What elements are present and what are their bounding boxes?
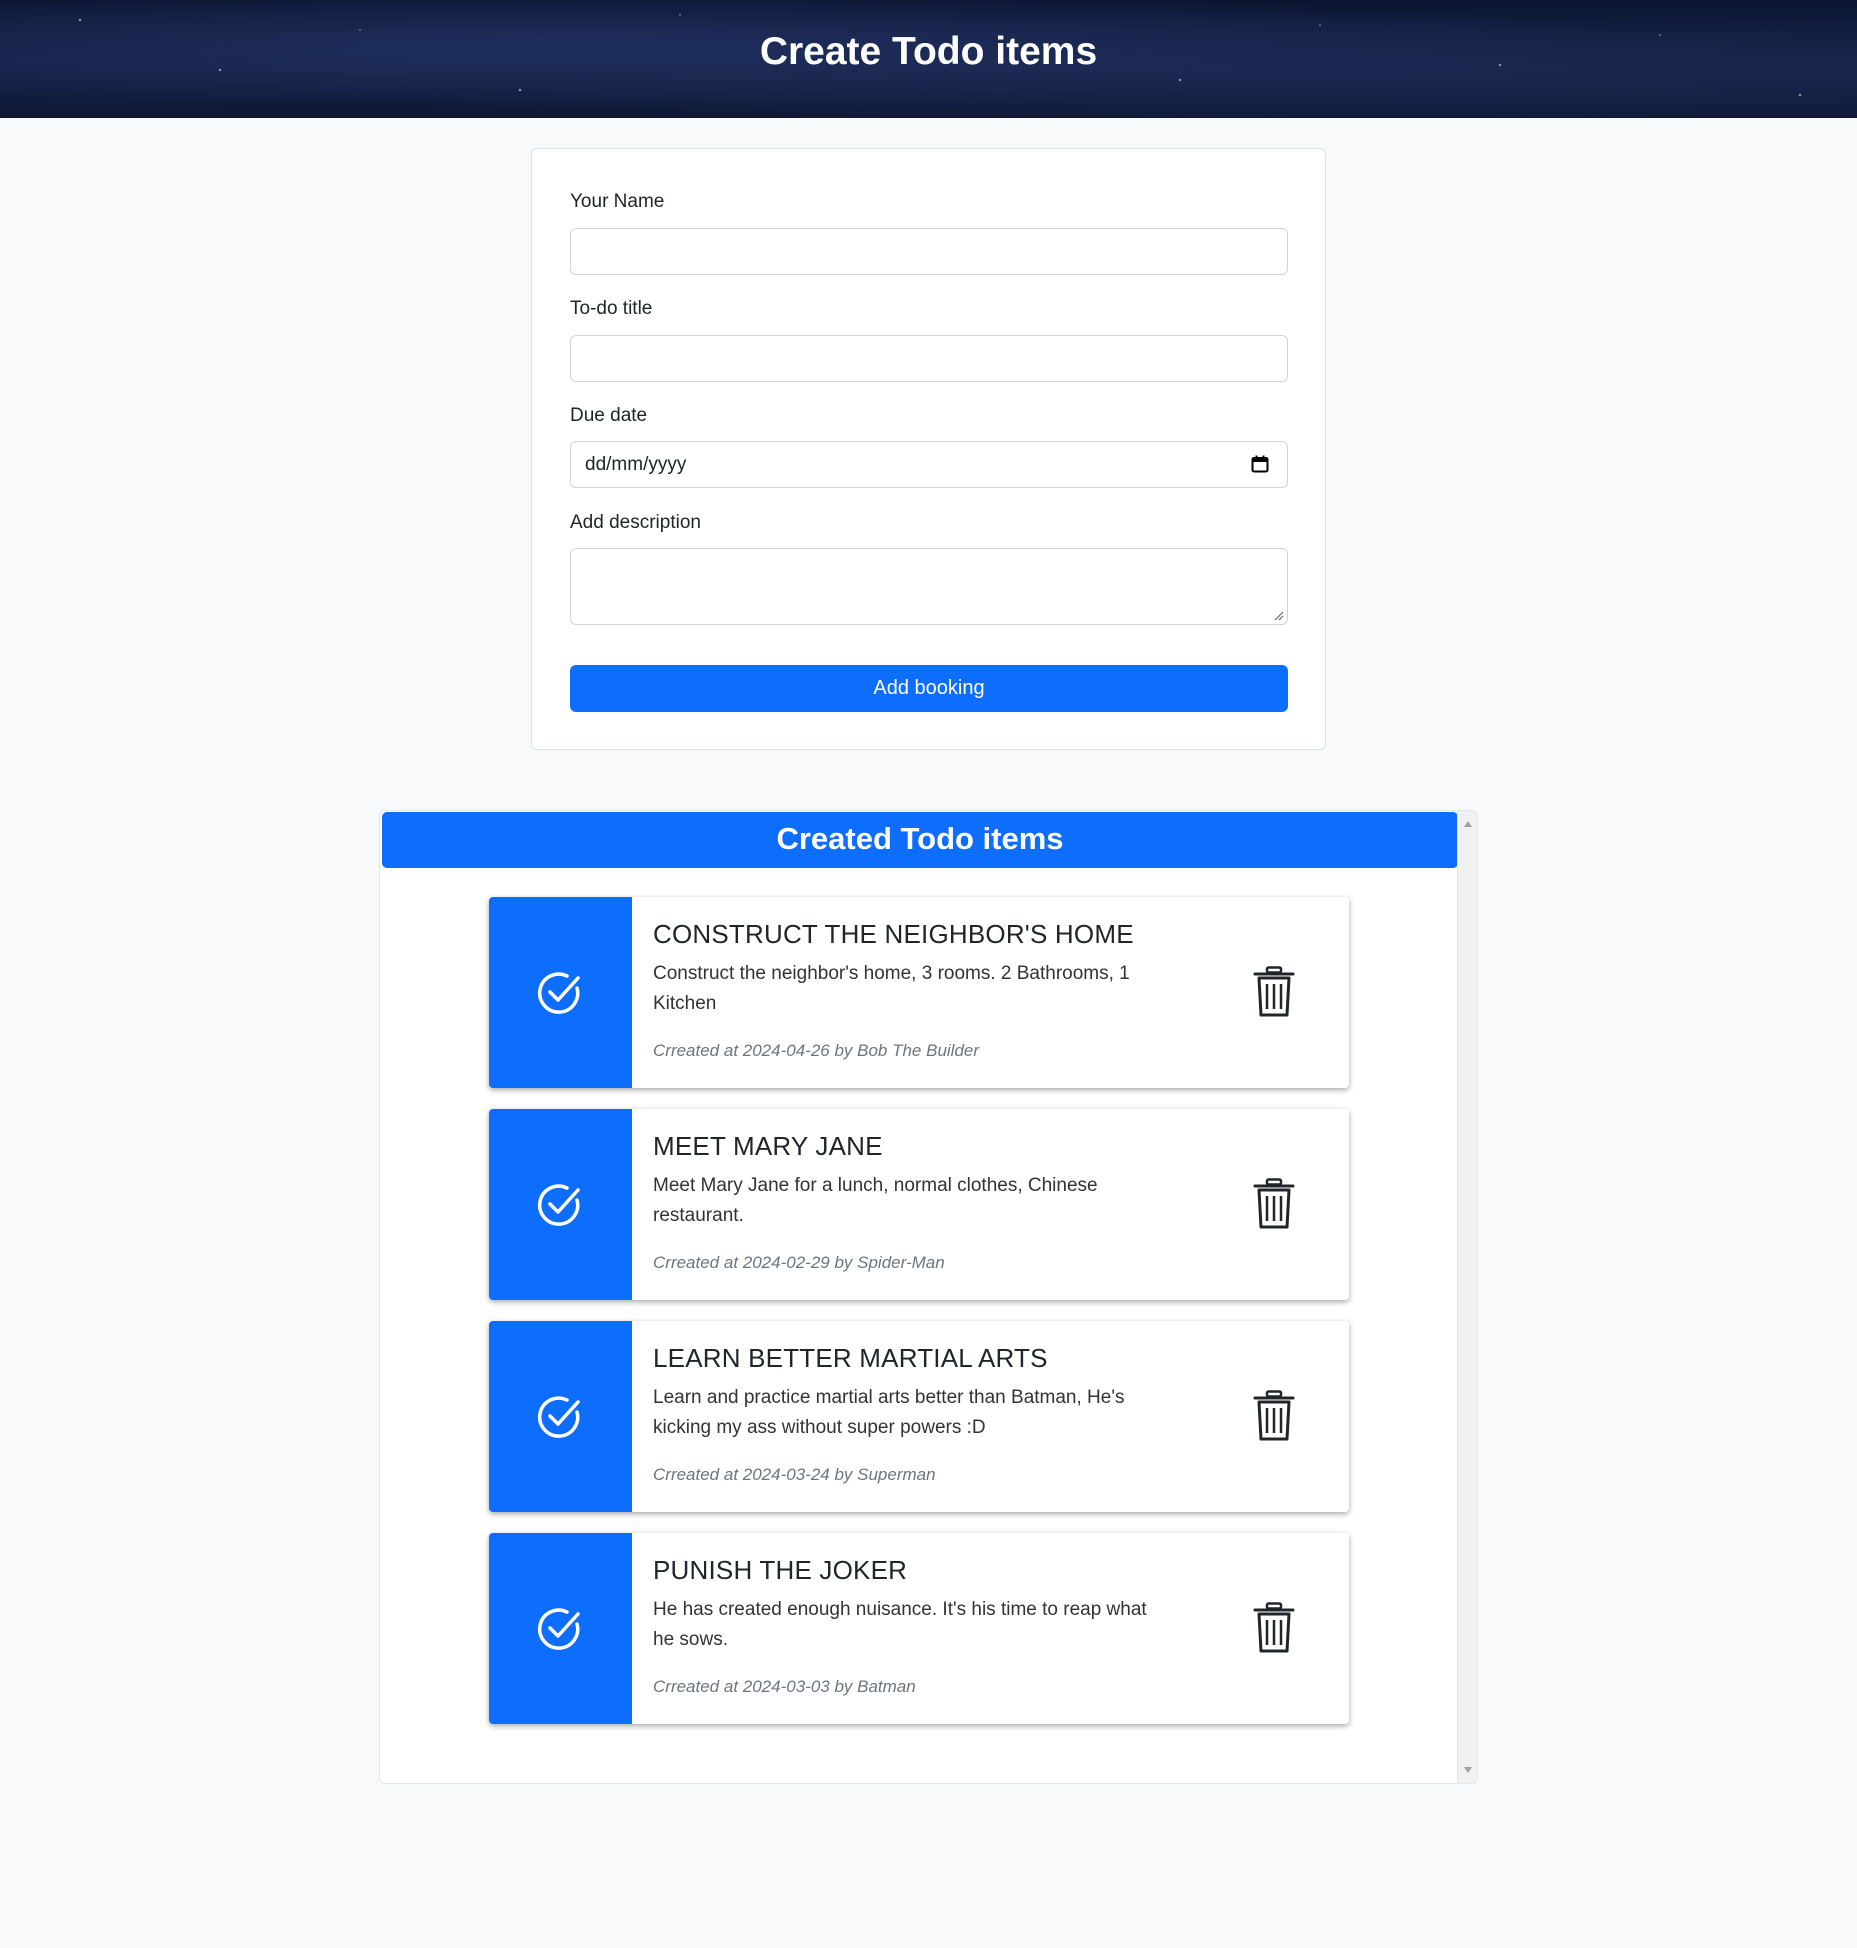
check-circle-icon[interactable]: [537, 970, 583, 1016]
name-label: Your Name: [570, 191, 665, 212]
description-textarea[interactable]: [570, 548, 1288, 625]
add-booking-button[interactable]: Add booking: [570, 665, 1288, 712]
check-circle-icon[interactable]: [537, 1606, 583, 1652]
todo-title: LEARN BETTER MARTIAL ARTS: [653, 1343, 1048, 1373]
todo-meta: Crreated at 2024-03-03 by Batman: [653, 1677, 916, 1696]
todo-status-panel: [489, 897, 632, 1088]
todo-card: PUNISH THE JOKER He has created enough n…: [489, 1533, 1349, 1724]
description-label: Add description: [570, 512, 701, 533]
scroll-up-arrow-icon[interactable]: [1464, 821, 1472, 827]
page-title: Create Todo items: [759, 30, 1098, 73]
list-heading: Created Todo items: [382, 812, 1458, 868]
check-circle-icon[interactable]: [537, 1394, 583, 1440]
todo-card: LEARN BETTER MARTIAL ARTS Learn and prac…: [489, 1321, 1349, 1512]
calendar-icon[interactable]: [1251, 455, 1269, 473]
todo-title: MEET MARY JANE: [653, 1131, 883, 1161]
todo-meta: Crreated at 2024-03-24 by Superman: [653, 1465, 936, 1484]
trash-icon[interactable]: [1252, 966, 1296, 1018]
scroll-down-arrow-icon[interactable]: [1464, 1767, 1472, 1773]
todo-title: CONSTRUCT THE NEIGHBOR'S HOME: [653, 919, 1134, 949]
trash-icon[interactable]: [1252, 1178, 1296, 1230]
todo-card: CONSTRUCT THE NEIGHBOR'S HOME Construct …: [489, 897, 1349, 1088]
todo-card: MEET MARY JANE Meet Mary Jane for a lunc…: [489, 1109, 1349, 1300]
trash-icon[interactable]: [1252, 1390, 1296, 1442]
name-input[interactable]: [570, 228, 1288, 275]
due-date-label: Due date: [570, 405, 648, 426]
todo-description: Meet Mary Jane for a lunch, normal cloth…: [653, 1175, 1098, 1226]
title-input[interactable]: [570, 335, 1288, 382]
todo-list-panel: Created Todo items CONSTRUCT THE NEIGHBO…: [379, 810, 1478, 1784]
todo-status-panel: [489, 1533, 632, 1724]
title-label: To-do title: [570, 298, 653, 319]
todo-description: He has created enough nuisance. It's his…: [653, 1599, 1147, 1650]
check-circle-icon[interactable]: [537, 1182, 583, 1228]
trash-icon[interactable]: [1252, 1602, 1296, 1654]
page-header: Create Todo items: [0, 0, 1857, 118]
todo-status-panel: [489, 1109, 632, 1300]
todo-meta: Crreated at 2024-04-26 by Bob The Builde…: [653, 1041, 980, 1060]
list-scrollbar[interactable]: [1457, 811, 1477, 1783]
todo-description: Learn and practice martial arts better t…: [653, 1387, 1125, 1438]
todo-meta: Crreated at 2024-02-29 by Spider-Man: [653, 1253, 945, 1272]
resize-grip-icon[interactable]: [1274, 611, 1284, 621]
todo-description: Construct the neighbor's home, 3 rooms. …: [653, 963, 1130, 1014]
todo-title: PUNISH THE JOKER: [653, 1555, 908, 1585]
todo-form: Your Name To-do title Due date dd/mm/yyy…: [531, 148, 1326, 750]
due-date-placeholder: dd/mm/yyyy: [585, 454, 687, 475]
todo-status-panel: [489, 1321, 632, 1512]
due-date-input[interactable]: dd/mm/yyyy: [570, 441, 1288, 488]
